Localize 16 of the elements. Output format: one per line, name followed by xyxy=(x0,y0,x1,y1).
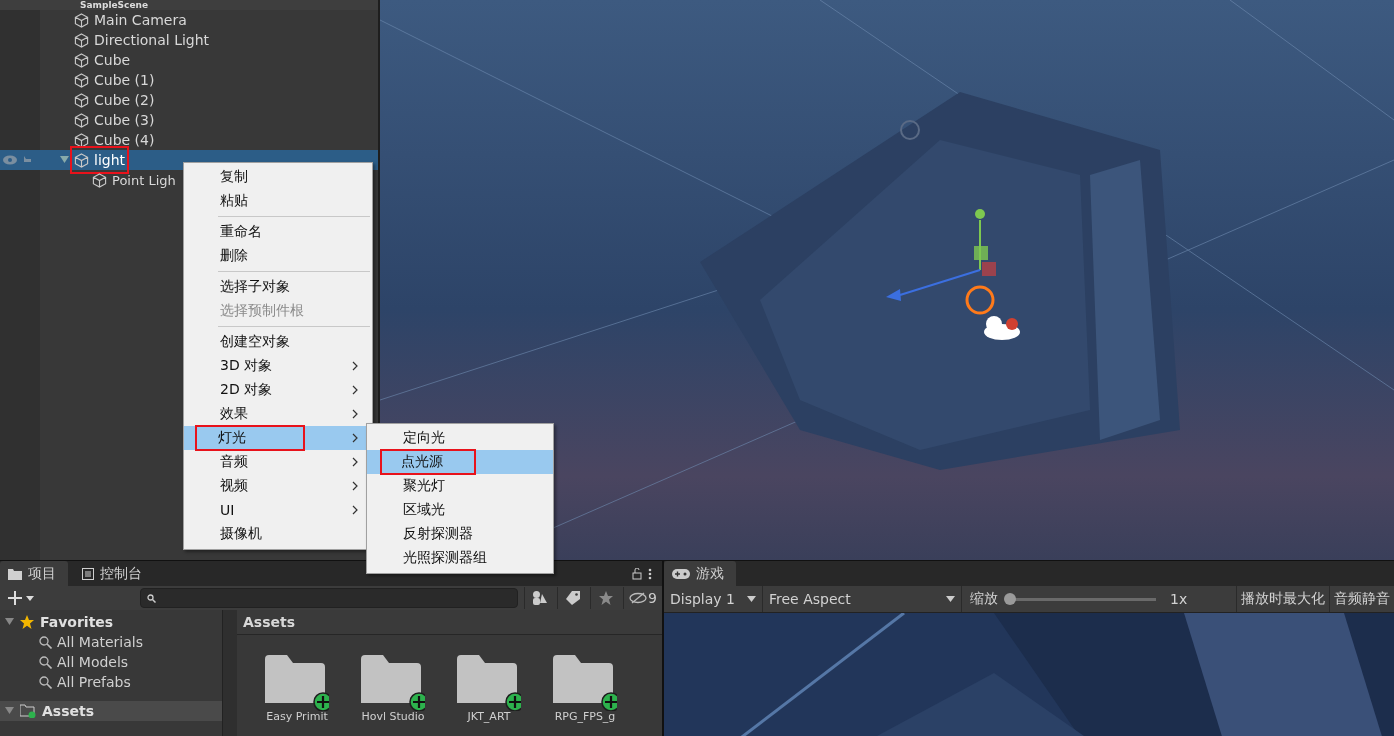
object-name: Cube (1) xyxy=(94,72,155,88)
object-name: Cube (4) xyxy=(94,132,155,148)
scale-label: 缩放 xyxy=(970,590,998,608)
object-name: light xyxy=(94,152,126,168)
folder-name: Hovl Studio xyxy=(361,711,425,723)
folder-name: JKT_ART xyxy=(467,711,511,723)
folder-name: RPG_FPS_g xyxy=(554,711,616,723)
folder-name: Easy Primit xyxy=(266,711,328,723)
scale-value: 1x xyxy=(1170,591,1188,607)
scene-title: SampleScene xyxy=(80,0,148,10)
object-name: Cube (2) xyxy=(94,92,155,108)
object-name: Directional Light xyxy=(94,32,210,48)
object-name: Cube (3) xyxy=(94,112,155,128)
object-name: Cube xyxy=(94,52,131,68)
object-name: Main Camera xyxy=(94,12,187,28)
object-name: Point Ligh xyxy=(112,172,176,188)
